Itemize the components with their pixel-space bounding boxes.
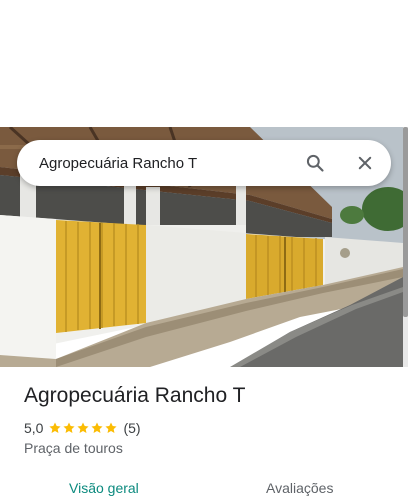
rating-value: 5,0 [24,420,44,436]
scrollbar[interactable] [403,127,408,367]
place-category[interactable]: Praça de touros [24,440,123,456]
place-title: Agropecuária Rancho T [24,384,246,407]
close-icon[interactable] [351,149,379,177]
rating-stars [48,421,118,435]
star-icon [49,422,62,433]
star-icon [77,422,90,433]
search-icon[interactable] [301,149,329,177]
review-count[interactable]: (5) [123,420,140,436]
scrollbar-thumb[interactable] [403,127,408,317]
search-input[interactable] [39,152,289,174]
star-icon [63,422,76,433]
rating-row[interactable]: 5,0 (5) [24,419,141,437]
star-icon [91,422,104,433]
search-box[interactable] [17,140,391,186]
star-icon [105,422,118,433]
